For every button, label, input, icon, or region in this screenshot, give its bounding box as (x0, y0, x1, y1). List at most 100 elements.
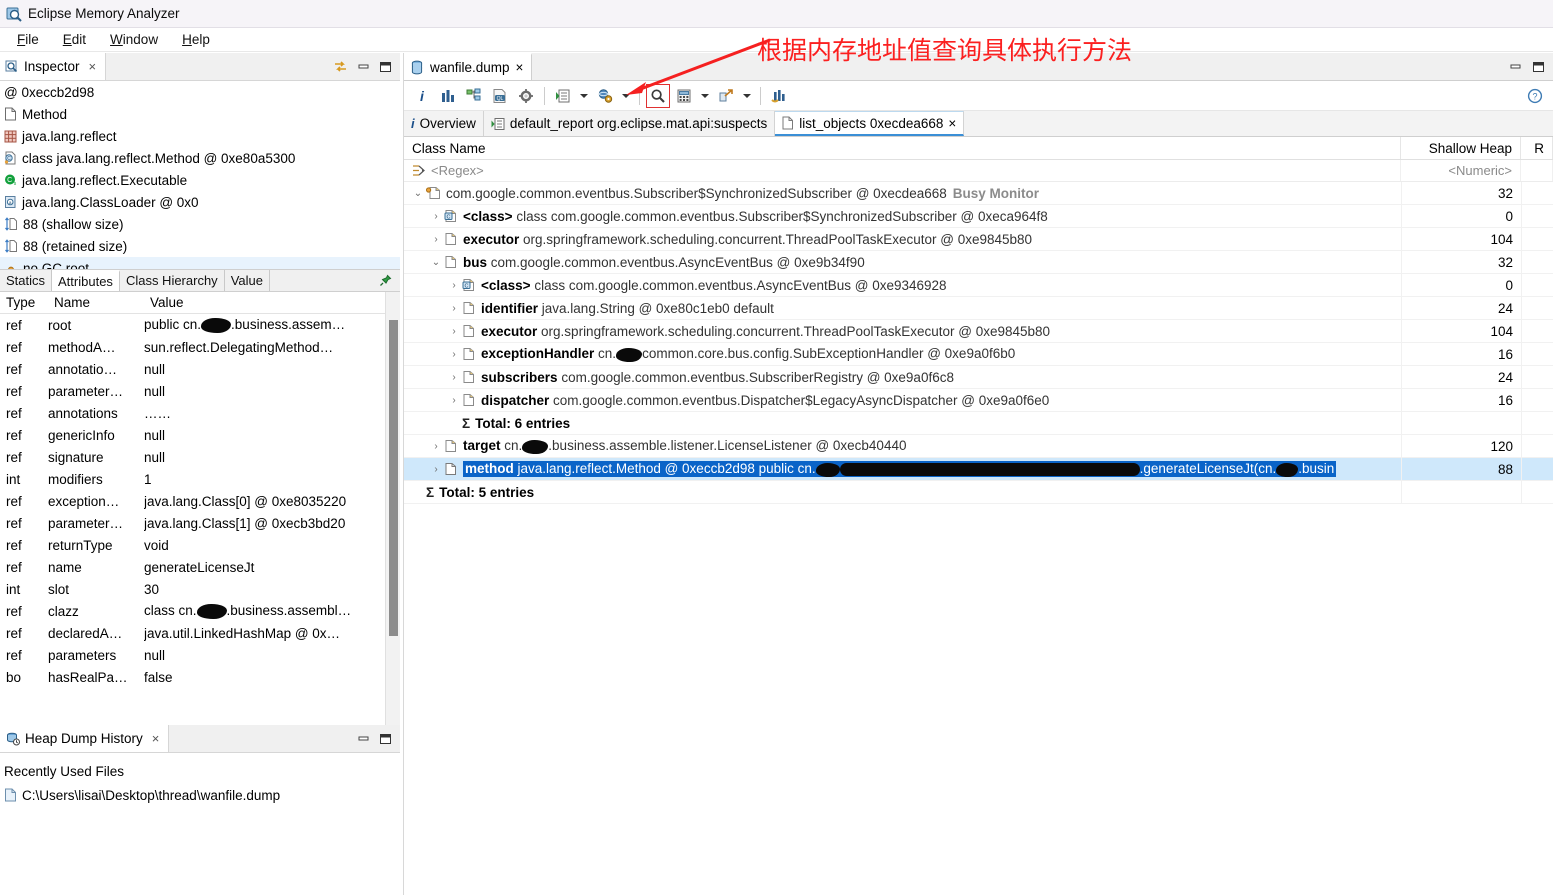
inspector-row-type[interactable]: Method (0, 103, 400, 125)
attribute-row[interactable]: ref declaredA… java.util.LinkedHashMap @ 0… (0, 622, 400, 644)
attribute-row[interactable]: ref root public cn. .business.assem… (0, 314, 400, 336)
tab-heap-dump-history[interactable]: Heap Dump History × (0, 725, 170, 752)
chevron-right-icon[interactable]: › (446, 372, 462, 383)
inspector-maximize-icon[interactable] (379, 61, 392, 73)
inspector-row-package[interactable]: java.lang.reflect (0, 125, 400, 147)
table-row[interactable]: › method java.lang.reflect.Method @ 0xecc… (404, 458, 1553, 481)
tab-inspector[interactable]: Inspector × (0, 53, 107, 80)
chevron-down-icon[interactable]: ⌄ (410, 188, 426, 199)
table-row[interactable]: › C <class> class com.google.common.eventb… (404, 205, 1553, 228)
chevron-down-icon[interactable]: ⌄ (428, 257, 444, 268)
subtab-list-objects[interactable]: list_objects 0xecdea668 × (775, 111, 965, 136)
attribute-row[interactable]: ref parameter… java.lang.Class[1] @ 0xecb3… (0, 512, 400, 534)
attribute-row[interactable]: ref exception… java.lang.Class[0] @ 0xe803… (0, 490, 400, 512)
column-header-value[interactable]: Value (144, 292, 400, 313)
attribute-row[interactable]: ref genericInfo null (0, 424, 400, 446)
attribute-row[interactable]: int slot 30 (0, 578, 400, 600)
table-row[interactable]: › dispatcher com.google.common.eventbus.D… (404, 389, 1553, 412)
hdh-maximize-icon[interactable] (379, 733, 392, 745)
chevron-right-icon[interactable]: › (428, 234, 444, 245)
table-row[interactable]: › C <class> class com.google.common.eventb… (404, 274, 1553, 297)
subtab-close-icon[interactable]: × (948, 116, 956, 131)
table-row[interactable]: › exceptionHandler cn. common.core.bus.con… (404, 343, 1553, 366)
table-row[interactable]: › subscribers com.google.common.eventbus.… (404, 366, 1553, 389)
column-header-retained-heap[interactable]: R (1521, 137, 1553, 159)
inspector-row-shallow-size[interactable]: 88 (shallow size) (0, 213, 400, 235)
oql-icon[interactable]: QL (488, 84, 512, 108)
inspector-row-retained-size[interactable]: 88 (retained size) (0, 235, 400, 257)
heap-dump-file-item[interactable]: C:\Users\lisai\Desktop\thread\wanfile.du… (4, 783, 400, 807)
tab-value[interactable]: Value (224, 270, 270, 291)
tab-wanfile-dump[interactable]: wanfile.dump × (404, 53, 533, 80)
dominator-tree-icon[interactable] (462, 84, 486, 108)
menu-window[interactable]: Window (99, 30, 169, 49)
help-icon[interactable]: ? (1527, 88, 1543, 104)
inspector-close-icon[interactable]: × (89, 59, 97, 74)
editor-maximize-icon[interactable] (1532, 61, 1545, 73)
attribute-row[interactable]: ref parameter… null (0, 380, 400, 402)
chevron-right-icon[interactable]: › (446, 326, 462, 337)
attribute-row[interactable]: ref returnType void (0, 534, 400, 556)
table-row[interactable]: Σ Total: 6 entries (404, 412, 1553, 435)
table-row[interactable]: › executor org.springframework.scheduling… (404, 228, 1553, 251)
scrollbar-thumb[interactable] (389, 320, 398, 636)
tab-attributes[interactable]: Attributes (52, 270, 120, 291)
run-expert-system-dropdown-icon[interactable] (577, 84, 591, 108)
column-header-name[interactable]: Name (48, 292, 144, 313)
column-header-shallow-heap[interactable]: Shallow Heap (1401, 137, 1521, 159)
find-object-by-address-icon[interactable] (646, 83, 670, 108)
filter-shallow-heap[interactable]: <Numeric> (1401, 160, 1521, 181)
pin-icon[interactable] (379, 274, 392, 287)
table-row[interactable]: › identifier java.lang.String @ 0xe80c1eb… (404, 297, 1553, 320)
queries-icon[interactable] (593, 84, 617, 108)
table-row[interactable]: ⌄ bus com.google.common.eventbus.AsyncEve… (404, 251, 1553, 274)
export-icon[interactable] (714, 84, 738, 108)
attribute-row[interactable]: ref parameters null (0, 644, 400, 666)
chevron-right-icon[interactable]: › (446, 349, 462, 360)
chevron-right-icon[interactable]: › (446, 395, 462, 406)
calculator-icon[interactable] (672, 84, 696, 108)
table-row[interactable]: Σ Total: 5 entries (404, 481, 1553, 504)
hdh-minimize-icon[interactable] (357, 733, 370, 744)
chevron-right-icon[interactable]: › (446, 303, 462, 314)
sync-arrows-icon[interactable] (333, 60, 348, 74)
chevron-right-icon[interactable]: › (428, 441, 444, 452)
attribute-row[interactable]: bo hasRealPa… false (0, 666, 400, 688)
inspector-row-class[interactable]: C class java.lang.reflect.Method @ 0xe80… (0, 147, 400, 169)
menu-file[interactable]: FFileile (6, 30, 50, 49)
filter-retained-heap[interactable] (1521, 160, 1553, 181)
column-header-class-name[interactable]: Class Name (404, 137, 1401, 159)
queries-dropdown-icon[interactable] (619, 84, 633, 108)
attribute-row[interactable]: ref signature null (0, 446, 400, 468)
inspector-row-superclass[interactable]: C s java.lang.reflect.Executable (0, 169, 400, 191)
compare-icon[interactable] (767, 84, 791, 108)
subtab-default-report[interactable]: default_report org.eclipse.mat.api:suspe… (483, 111, 776, 136)
editor-minimize-icon[interactable] (1509, 61, 1522, 72)
tab-statics[interactable]: Statics (0, 270, 53, 291)
inspector-minimize-icon[interactable] (357, 61, 370, 72)
info-icon[interactable]: i (410, 84, 434, 108)
table-row[interactable]: ⌄ com.google.common.eventbus.Subscriber$S… (404, 182, 1553, 205)
table-row[interactable]: › target cn. .business.assemble.listener.L… (404, 435, 1553, 458)
run-expert-system-icon[interactable] (551, 84, 575, 108)
attribute-row[interactable]: ref name generateLicenseJt (0, 556, 400, 578)
chevron-right-icon[interactable]: › (428, 464, 444, 475)
menu-edit[interactable]: Edit (52, 30, 97, 49)
table-row[interactable]: › executor org.springframework.scheduling… (404, 320, 1553, 343)
attributes-scrollbar[interactable] (385, 292, 400, 725)
menu-help[interactable]: Help (171, 30, 221, 49)
heap-dump-history-close-icon[interactable]: × (152, 731, 160, 746)
histogram-icon[interactable] (436, 84, 460, 108)
subtab-overview[interactable]: i Overview (404, 111, 484, 136)
inspector-row-address[interactable]: @ 0xeccb2d98 (0, 81, 400, 103)
export-dropdown-icon[interactable] (740, 84, 754, 108)
attribute-row[interactable]: int modifiers 1 (0, 468, 400, 490)
tab-class-hierarchy[interactable]: Class Hierarchy (119, 270, 225, 291)
attribute-row[interactable]: ref annotatio… null (0, 358, 400, 380)
attribute-row[interactable]: ref methodA… sun.reflect.DelegatingMethod… (0, 336, 400, 358)
column-header-type[interactable]: Type (0, 292, 48, 313)
calculator-dropdown-icon[interactable] (698, 84, 712, 108)
inspector-row-classloader[interactable]: a java.lang.ClassLoader @ 0x0 (0, 191, 400, 213)
chevron-right-icon[interactable]: › (446, 280, 462, 291)
filter-class-name[interactable]: <Regex> (404, 160, 1401, 181)
